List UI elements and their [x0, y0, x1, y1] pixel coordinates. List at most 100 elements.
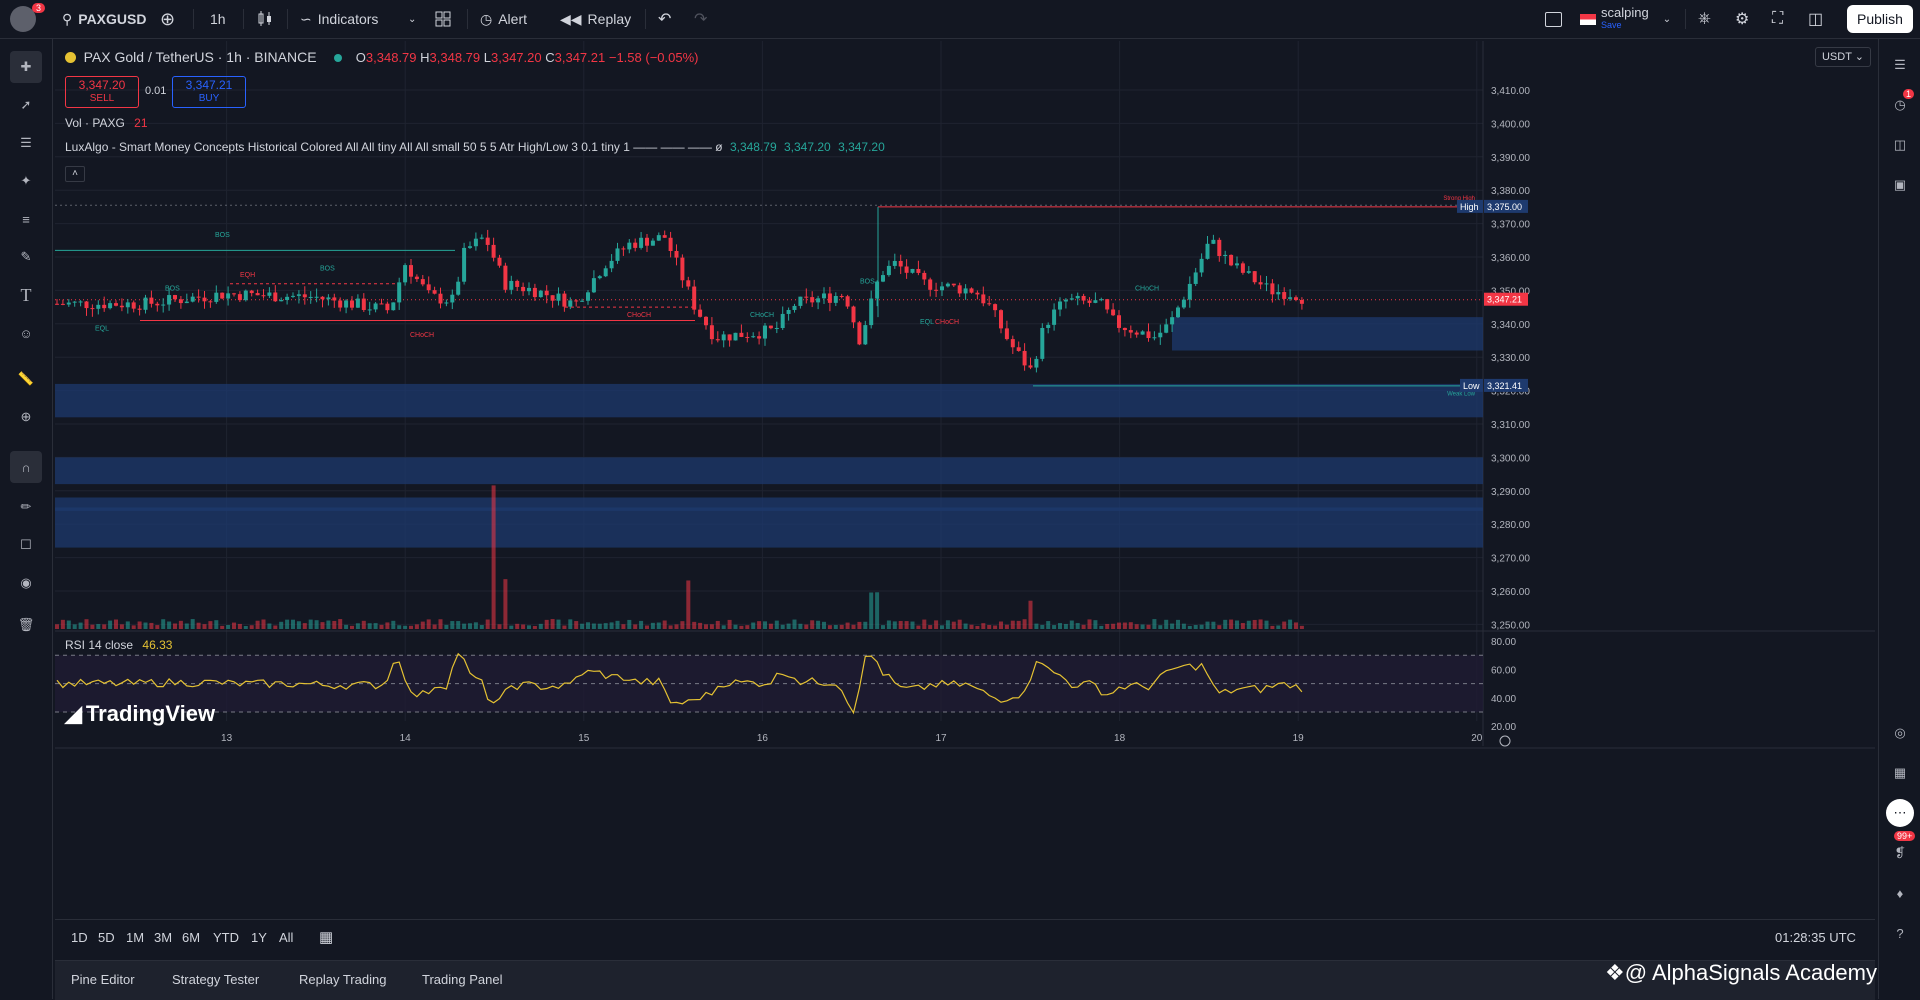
compare-add-icon[interactable]: ⊕ — [160, 0, 175, 38]
indicators-button[interactable]: ∽ Indicators — [300, 0, 378, 38]
prediction-icon[interactable]: ≡ — [10, 203, 42, 235]
timeframe-ytd[interactable]: YTD — [213, 930, 239, 945]
timeframe-5d[interactable]: 5D — [98, 930, 115, 945]
ruler-icon[interactable]: 📏 — [10, 363, 42, 395]
symbol-legend[interactable]: PAX Gold / TetherUS · 1h · BINANCE O3,34… — [65, 49, 698, 65]
watchlist-icon[interactable]: ☰ — [1886, 51, 1914, 79]
magnet-icon[interactable]: ∩ — [10, 451, 42, 483]
volume-bar — [355, 623, 360, 629]
replay-button[interactable]: ◀◀ Replay — [560, 0, 631, 38]
candle-body — [108, 303, 113, 309]
text-tool-icon[interactable]: T — [10, 279, 42, 311]
smc-legend[interactable]: LuxAlgo - Smart Money Concepts Historica… — [65, 140, 885, 154]
candle-body — [1128, 330, 1133, 333]
quick-search-icon[interactable]: ⎈ — [1698, 0, 1711, 38]
buy-button[interactable]: 3,347.21 BUY — [172, 76, 246, 108]
collapse-legend-button[interactable]: ˄ — [65, 166, 85, 182]
volume-legend[interactable]: Vol · PAXG 21 — [65, 116, 148, 130]
candle-body — [1211, 239, 1216, 244]
eye-icon[interactable]: ◉ — [10, 567, 42, 599]
candle-body — [1288, 297, 1293, 299]
volume-bar — [515, 623, 520, 629]
fullscreen-icon[interactable]: ⛶ — [1772, 0, 1783, 38]
undo-icon[interactable]: ↶ — [658, 0, 671, 38]
pattern-icon[interactable]: ✦ — [10, 165, 42, 197]
tab-pine-editor[interactable]: Pine Editor — [71, 972, 135, 987]
candle-body — [314, 296, 319, 298]
volume-bar — [910, 621, 915, 629]
chat-icon[interactable]: ▣ — [1886, 171, 1914, 199]
volume-bar — [662, 620, 667, 629]
bell-icon[interactable]: ♦ — [1886, 879, 1914, 907]
tab-strategy-tester[interactable]: Strategy Tester — [172, 972, 259, 987]
volume-bar — [119, 624, 124, 629]
layers-icon[interactable]: ◫ — [1886, 131, 1914, 159]
timeframe-all[interactable]: All — [279, 930, 293, 945]
volume-bar — [1063, 623, 1068, 629]
candle-body — [1258, 282, 1263, 285]
tab-replay-trading[interactable]: Replay Trading — [299, 972, 386, 987]
zoom-icon[interactable]: ⊕ — [10, 401, 42, 433]
date-range-icon[interactable]: ▦ — [319, 928, 333, 946]
timeframe-6m[interactable]: 6M — [182, 930, 200, 945]
volume-bar — [822, 621, 826, 629]
interval-button[interactable]: 1h — [210, 0, 226, 38]
broadcast-icon[interactable]: ❡ 99+ — [1886, 831, 1916, 867]
symbol-search-button[interactable]: ⚲ PAXGUSD — [62, 0, 146, 38]
volume-bar — [845, 622, 850, 629]
publish-button[interactable]: Publish — [1847, 0, 1913, 38]
volume-bar — [633, 624, 638, 629]
stay-drawing-icon[interactable]: ✏ — [10, 491, 42, 523]
timeframe-1m[interactable]: 1M — [126, 930, 144, 945]
help-icon[interactable]: ? — [1886, 919, 1914, 947]
timeframe-1y[interactable]: 1Y — [251, 930, 267, 945]
user-avatar[interactable]: 3 — [10, 0, 46, 38]
candle-body — [1276, 292, 1281, 295]
volume-bar — [1034, 623, 1039, 629]
apps-grid-icon[interactable]: ⋯ — [1886, 799, 1914, 827]
chart-canvas[interactable]: 3,410.00 3,400.00 3,390.00 3,380.00 3,370.00… — [55, 41, 1875, 916]
camera-icon[interactable]: ◫ — [1808, 0, 1823, 38]
brush-icon[interactable]: ✎ — [10, 241, 42, 273]
tab-trading-panel[interactable]: Trading Panel — [422, 972, 502, 987]
candle-body — [261, 295, 266, 297]
emoji-icon[interactable]: ☺ — [10, 317, 42, 349]
timeframe-1d[interactable]: 1D — [71, 930, 88, 945]
candle-body — [96, 304, 101, 309]
chart-pane[interactable]: 3,410.00 3,400.00 3,390.00 3,380.00 3,370.00… — [55, 41, 1875, 916]
candle-type-icon[interactable] — [256, 0, 274, 38]
candle-body — [633, 242, 638, 248]
layouts-grid-icon[interactable] — [435, 0, 451, 38]
price-tick-label: 3,360.00 — [1491, 253, 1530, 264]
trend-line-icon[interactable]: ➚ — [10, 89, 42, 121]
fib-retracement-icon[interactable]: ☰ — [10, 127, 42, 159]
sell-button[interactable]: 3,347.20 SELL — [65, 76, 139, 108]
notification-count-badge: 3 — [32, 3, 46, 13]
candle-body — [810, 297, 815, 303]
volume-bar — [208, 621, 213, 629]
calendar-icon[interactable]: ▦ — [1886, 759, 1914, 787]
settings-gear-icon[interactable]: ⚙ — [1735, 0, 1749, 38]
crosshair-icon[interactable]: ✚ — [10, 51, 42, 83]
trash-icon[interactable]: 🗑 — [10, 609, 42, 641]
utc-clock[interactable]: 01:28:35 UTC — [1775, 930, 1856, 945]
currency-selector[interactable]: USDT ⌄ — [1815, 47, 1871, 67]
candle-body — [745, 336, 750, 338]
target-icon[interactable]: ◎ — [1886, 719, 1914, 747]
timeframe-3m[interactable]: 3M — [154, 930, 172, 945]
fullscreen-select-icon[interactable] — [1545, 0, 1562, 38]
volume-bar — [568, 619, 573, 629]
volume-bar — [125, 621, 130, 629]
volume-bar — [184, 623, 189, 629]
volume-bar — [751, 622, 756, 629]
layout-save-button[interactable]: scalping Save ⌄ — [1580, 0, 1671, 38]
candle-body — [1252, 271, 1257, 283]
alerts-clock-icon[interactable]: ◷ 1 — [1886, 89, 1915, 119]
alert-button[interactable]: ◷ Alert — [480, 0, 527, 38]
chevron-down-icon[interactable]: ⌄ — [408, 0, 416, 38]
candle-body — [190, 296, 195, 302]
rsi-legend[interactable]: RSI 14 close 46.33 — [65, 638, 172, 652]
redo-icon[interactable]: ↷ — [694, 0, 707, 38]
lock-icon[interactable]: ☐ — [10, 529, 42, 561]
volume-bar — [391, 620, 396, 629]
